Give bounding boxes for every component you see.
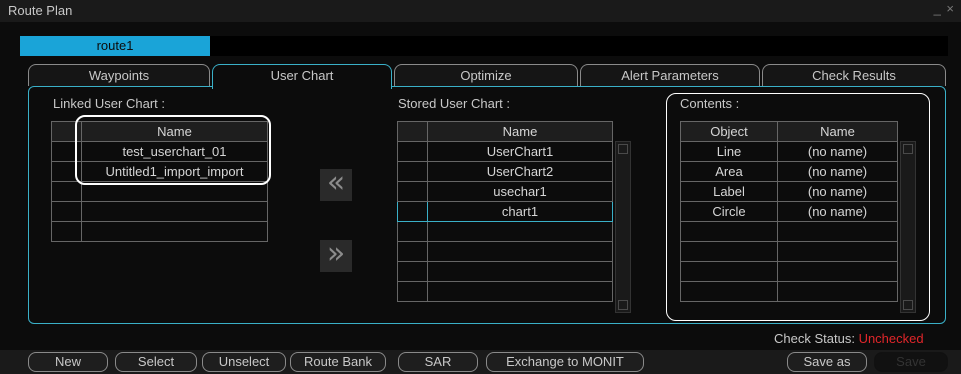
table-cell[interactable]: usechar1 bbox=[427, 181, 613, 202]
check-status-label: Check Status: bbox=[774, 331, 855, 346]
name-column-callout bbox=[75, 115, 271, 185]
table-row[interactable] bbox=[397, 281, 613, 302]
table-cell[interactable]: chart1 bbox=[427, 201, 613, 222]
table-header-row: Name bbox=[397, 121, 613, 142]
table-cell bbox=[680, 221, 778, 242]
save-button: Save bbox=[874, 352, 948, 372]
table-cell bbox=[680, 281, 778, 302]
check-status: Check Status: Unchecked bbox=[774, 331, 924, 346]
contents-label: Contents : bbox=[680, 96, 740, 111]
table-cell bbox=[680, 261, 778, 282]
table-cell: Label bbox=[680, 181, 778, 202]
add-to-linked-button[interactable]: « bbox=[320, 168, 352, 201]
table-row[interactable]: UserChart1 bbox=[397, 141, 613, 162]
stored-user-chart-table: Name UserChart1 UserChart2 usechar1 char… bbox=[397, 121, 613, 302]
select-button[interactable]: Select bbox=[115, 352, 197, 372]
table-cell bbox=[777, 221, 898, 242]
window-controls[interactable]: _ × bbox=[934, 1, 955, 16]
table-cell[interactable] bbox=[427, 281, 613, 302]
tab-optimize[interactable]: Optimize bbox=[394, 64, 578, 86]
new-button[interactable]: New bbox=[28, 352, 108, 372]
table-cell: (no name) bbox=[777, 161, 898, 182]
table-cell[interactable] bbox=[81, 201, 268, 222]
route-name-bar: route1 bbox=[20, 36, 948, 56]
table-row[interactable] bbox=[51, 201, 268, 222]
table-row[interactable]: Line (no name) bbox=[680, 141, 898, 162]
table-header-row: Object Name bbox=[680, 121, 898, 142]
table-row[interactable] bbox=[51, 221, 268, 242]
exchange-to-monit-button[interactable]: Exchange to MONIT bbox=[486, 352, 644, 372]
table-cell bbox=[777, 261, 898, 282]
scroll-up-icon[interactable] bbox=[618, 144, 628, 154]
table-row[interactable] bbox=[680, 261, 898, 282]
contents-scrollbar[interactable] bbox=[900, 141, 916, 313]
column-header-object: Object bbox=[680, 121, 778, 142]
table-row[interactable] bbox=[680, 241, 898, 262]
table-cell[interactable] bbox=[427, 261, 613, 282]
table-cell bbox=[680, 241, 778, 262]
check-status-value: Unchecked bbox=[858, 331, 924, 346]
table-cell bbox=[777, 241, 898, 262]
stored-scrollbar[interactable] bbox=[615, 141, 631, 313]
table-row[interactable]: Circle (no name) bbox=[680, 201, 898, 222]
table-row[interactable] bbox=[397, 221, 613, 242]
contents-table: Object Name Line (no name) Area (no name) … bbox=[680, 121, 898, 302]
button-bar: New Select Unselect Route Bank SAR Excha… bbox=[0, 350, 961, 374]
table-row[interactable] bbox=[680, 221, 898, 242]
table-cell: (no name) bbox=[777, 141, 898, 162]
table-cell[interactable] bbox=[81, 221, 268, 242]
tab-check-results[interactable]: Check Results bbox=[762, 64, 946, 86]
column-header-name: Name bbox=[777, 121, 898, 142]
table-row-selected[interactable]: chart1 bbox=[397, 201, 613, 222]
unselect-button[interactable]: Unselect bbox=[202, 352, 286, 372]
table-row[interactable] bbox=[680, 281, 898, 302]
stored-user-chart-label: Stored User Chart : bbox=[398, 96, 510, 111]
table-row[interactable]: Area (no name) bbox=[680, 161, 898, 182]
remove-from-linked-button[interactable]: » bbox=[320, 239, 352, 272]
scroll-down-icon[interactable] bbox=[903, 300, 913, 310]
table-cell: Line bbox=[680, 141, 778, 162]
table-cell[interactable] bbox=[427, 241, 613, 262]
scroll-down-icon[interactable] bbox=[618, 300, 628, 310]
window-title: Route Plan bbox=[8, 3, 73, 18]
linked-user-chart-label: Linked User Chart : bbox=[53, 96, 165, 111]
table-cell[interactable]: UserChart1 bbox=[427, 141, 613, 162]
scroll-up-icon[interactable] bbox=[903, 144, 913, 154]
tab-waypoints[interactable]: Waypoints bbox=[28, 64, 210, 86]
sar-button[interactable]: SAR bbox=[398, 352, 478, 372]
table-cell: Area bbox=[680, 161, 778, 182]
table-row[interactable]: Label (no name) bbox=[680, 181, 898, 202]
table-cell: (no name) bbox=[777, 201, 898, 222]
table-cell[interactable]: UserChart2 bbox=[427, 161, 613, 182]
route-bank-button[interactable]: Route Bank bbox=[290, 352, 386, 372]
table-cell bbox=[777, 281, 898, 302]
title-bar: Route Plan _ × bbox=[0, 0, 961, 22]
table-cell[interactable] bbox=[427, 221, 613, 242]
table-row[interactable] bbox=[397, 241, 613, 262]
tab-user-chart[interactable]: User Chart bbox=[212, 64, 392, 89]
route-name-field[interactable]: route1 bbox=[20, 36, 210, 56]
table-row[interactable] bbox=[397, 261, 613, 282]
column-header-name: Name bbox=[427, 121, 613, 142]
table-cell: Circle bbox=[680, 201, 778, 222]
user-chart-panel: Linked User Chart : Name test_userchart_… bbox=[28, 86, 946, 324]
table-row[interactable]: UserChart2 bbox=[397, 161, 613, 182]
selector-header bbox=[397, 121, 428, 142]
table-row[interactable]: usechar1 bbox=[397, 181, 613, 202]
save-as-button[interactable]: Save as bbox=[787, 352, 867, 372]
table-cell: (no name) bbox=[777, 181, 898, 202]
tab-alert-parameters[interactable]: Alert Parameters bbox=[580, 64, 760, 86]
